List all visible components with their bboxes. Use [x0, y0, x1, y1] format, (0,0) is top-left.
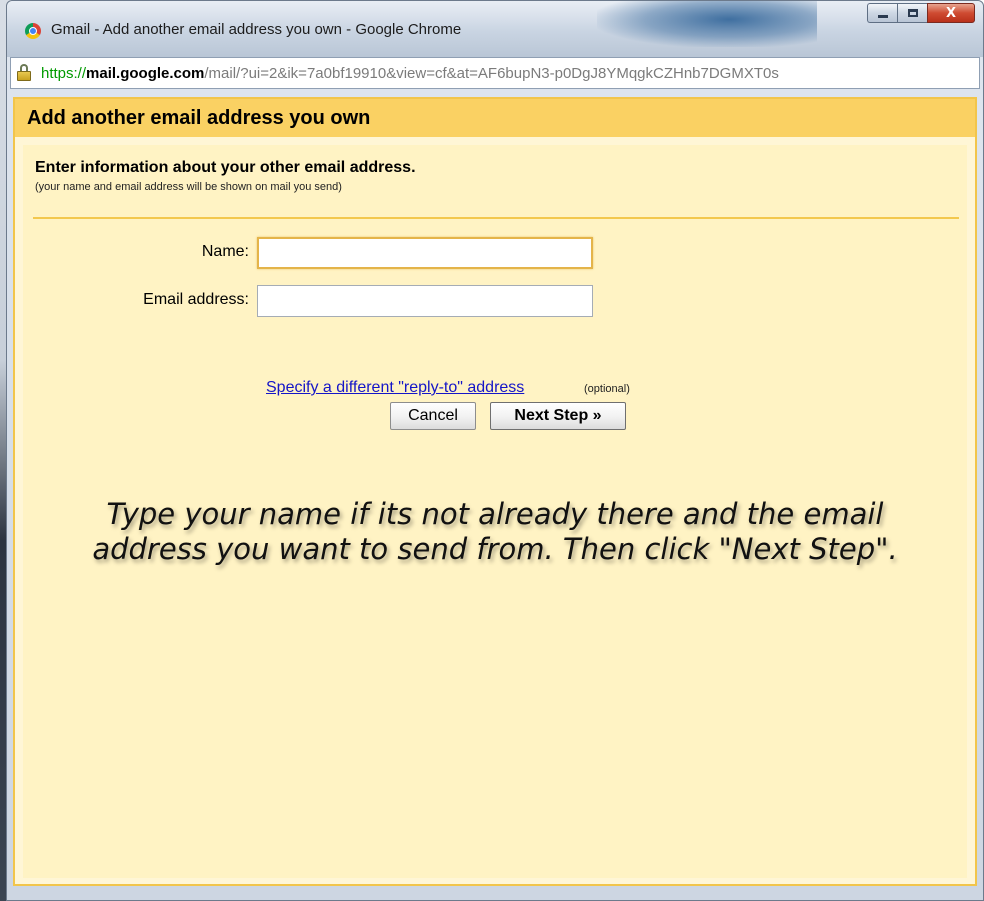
name-input[interactable]	[257, 237, 593, 269]
title-bar-accent	[597, 1, 817, 47]
section-title: Enter information about your other email…	[35, 159, 416, 176]
url-host: mail.google.com	[86, 64, 205, 82]
lock-icon[interactable]	[17, 64, 33, 82]
optional-note: (optional)	[584, 383, 630, 395]
maximize-button[interactable]	[897, 3, 927, 23]
form-panel: Enter information about your other email…	[23, 145, 967, 878]
next-step-button[interactable]: Next Step »	[490, 402, 626, 430]
minimize-button[interactable]	[867, 3, 897, 23]
address-bar[interactable]: https://mail.google.com/mail/?ui=2&ik=7a…	[10, 57, 980, 89]
minimize-icon	[877, 14, 888, 18]
section-subtitle: (your name and email address will be sho…	[35, 181, 342, 193]
url-scheme: https://	[41, 64, 87, 82]
browser-window: Gmail - Add another email address you ow…	[6, 0, 984, 901]
url-path: /mail/?ui=2&ik=7a0bf19910&view=cf&at=AF6…	[204, 64, 779, 82]
email-input[interactable]	[257, 285, 593, 317]
window-controls: X	[867, 3, 975, 23]
name-label: Name:	[201, 243, 249, 260]
reply-to-link[interactable]: Specify a different "reply-to" address	[266, 379, 524, 397]
page-content: Add another email address you own Enter …	[13, 97, 977, 886]
dialog-header: Add another email address you own	[15, 99, 975, 137]
title-bar[interactable]: Gmail - Add another email address you ow…	[7, 1, 983, 57]
close-button[interactable]: X	[927, 3, 975, 23]
cancel-button[interactable]: Cancel	[390, 402, 476, 430]
close-icon: X	[945, 5, 957, 21]
chrome-icon	[25, 23, 41, 39]
instruction-overlay: Type your name if its not already there …	[92, 497, 898, 566]
window-title: Gmail - Add another email address you ow…	[51, 21, 462, 38]
email-label: Email address:	[143, 291, 249, 308]
url-text[interactable]: https://mail.google.com/mail/?ui=2&ik=7a…	[41, 65, 779, 82]
divider	[33, 217, 959, 219]
maximize-icon	[907, 9, 918, 17]
